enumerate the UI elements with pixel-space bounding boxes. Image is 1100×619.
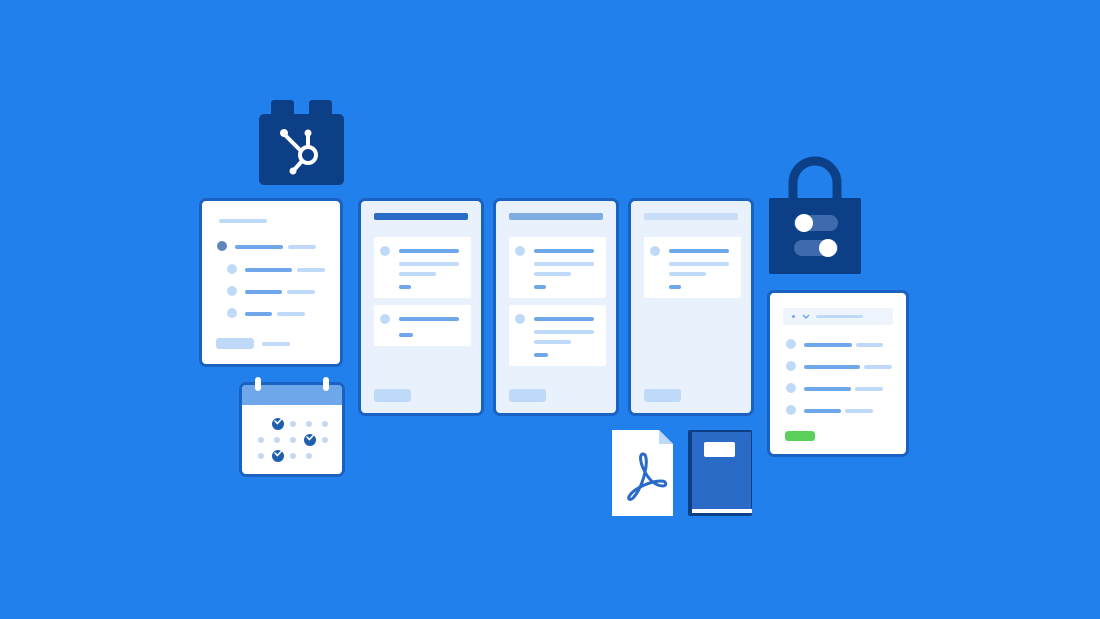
list-bullet	[217, 241, 227, 251]
add-card-button[interactable]	[374, 389, 411, 402]
hubspot-sprocket-icon	[259, 100, 344, 185]
security-lock	[769, 155, 861, 275]
form-card	[767, 290, 909, 457]
column-header	[644, 213, 738, 220]
notebook-icon	[688, 430, 752, 516]
pdf-document	[612, 430, 673, 516]
select-dropdown[interactable]	[783, 308, 893, 325]
add-card-button[interactable]	[509, 389, 546, 402]
list-card	[199, 198, 343, 367]
task-card[interactable]	[644, 237, 741, 298]
task-card[interactable]	[509, 237, 606, 298]
task-card[interactable]	[374, 305, 471, 346]
board-column	[358, 198, 484, 416]
chevron-down-icon	[802, 314, 810, 320]
calendar-icon	[274, 418, 314, 457]
hubspot-block	[259, 100, 344, 185]
column-header	[374, 213, 468, 220]
column-header	[509, 213, 603, 220]
board-column	[493, 198, 619, 416]
padlock-icon	[769, 156, 861, 274]
add-card-button[interactable]	[644, 389, 681, 402]
notebook	[688, 430, 752, 516]
submit-button[interactable]	[785, 431, 815, 441]
task-card[interactable]	[509, 305, 606, 366]
list-card-button[interactable]	[216, 338, 254, 349]
board-column	[628, 198, 754, 416]
calendar-widget	[239, 377, 345, 477]
task-card[interactable]	[374, 237, 471, 298]
pdf-document-icon	[612, 430, 673, 516]
